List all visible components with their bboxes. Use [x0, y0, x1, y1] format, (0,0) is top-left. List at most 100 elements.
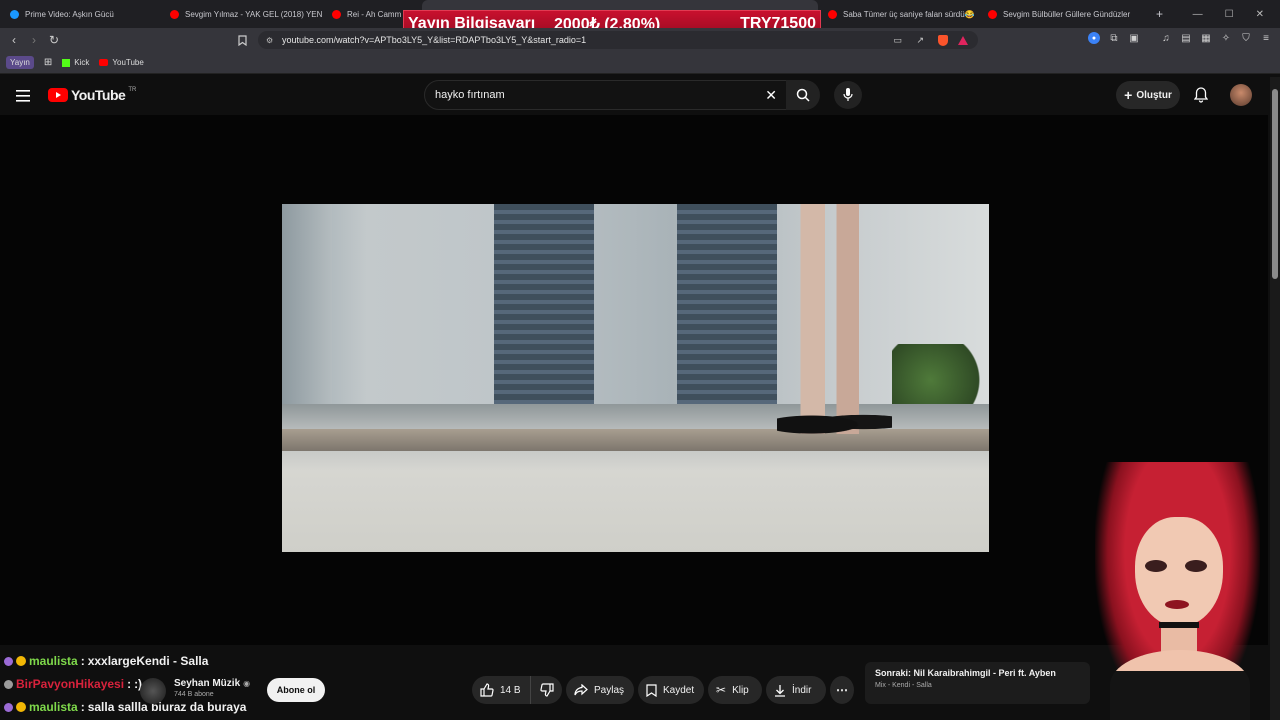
tab-title: Saba Tümer üç saniye falan sürdü😂: [843, 9, 975, 19]
youtube-favicon-icon: [332, 9, 341, 19]
download-label: İndir: [792, 684, 812, 696]
extension-icon[interactable]: ●: [1088, 32, 1100, 44]
share-arrow-icon: [574, 684, 588, 696]
avatar-shoulders: [1110, 650, 1250, 720]
apps-grid-icon[interactable]: ⊞: [44, 57, 52, 68]
search-query: hayko fırtınam: [435, 89, 505, 101]
dislike-button[interactable]: [530, 676, 562, 704]
channel-name[interactable]: Seyhan Müzik: [174, 678, 240, 689]
youtube-favicon-icon: [170, 9, 179, 19]
vpn-icon[interactable]: ⛉: [1240, 32, 1252, 44]
scissors-icon: ✂: [716, 683, 727, 697]
maximize-icon[interactable]: ☐: [1225, 9, 1234, 20]
bookmark-label: YouTube: [112, 58, 144, 67]
chat-badge-icon: [16, 656, 26, 666]
search-input[interactable]: hayko fırtınam ✕: [424, 80, 788, 110]
video-shutter: [677, 204, 777, 404]
bookmark-yayin[interactable]: Yayın: [6, 56, 34, 69]
share-icon[interactable]: ↗: [916, 35, 924, 46]
video-frame[interactable]: [282, 204, 989, 552]
kick-logo-icon: [62, 58, 71, 67]
youtube-logo[interactable]: YouTube TR: [48, 87, 136, 103]
up-next-card[interactable]: Sonraki: Nil Karaibrahimgil - Peri ft. A…: [865, 662, 1090, 704]
avatar[interactable]: [1230, 84, 1252, 106]
share-button[interactable]: Paylaş: [566, 676, 634, 704]
like-button[interactable]: 14 B: [472, 676, 530, 704]
leo-icon[interactable]: ✧: [1220, 32, 1232, 44]
more-actions-button[interactable]: ⋯: [830, 676, 854, 704]
scrollbar-thumb[interactable]: [1272, 89, 1278, 279]
download-icon: [775, 684, 785, 697]
avatar-face: [1135, 517, 1223, 627]
create-label: Oluştur: [1136, 89, 1172, 101]
cast-icon[interactable]: ▭: [893, 35, 902, 46]
notifications-icon[interactable]: [1193, 87, 1209, 108]
chat-badge-icon: [4, 656, 13, 666]
youtube-logo-text: YouTube: [71, 87, 126, 103]
youtube-play-logo-icon: [48, 88, 68, 102]
create-button[interactable]: + Oluştur: [1116, 81, 1180, 109]
browser-tab[interactable]: Sevgim Yılmaz - YAK GEL (2018) YEN: [160, 0, 322, 28]
site-info-icon[interactable]: ⚙: [266, 36, 273, 45]
thumbs-up-icon: [480, 683, 494, 697]
subscribe-label: Abone ol: [276, 685, 316, 695]
puzzle-icon[interactable]: ⧉: [1108, 32, 1120, 44]
youtube-favicon-icon: [99, 59, 109, 66]
search-icon: [796, 88, 810, 102]
music-icon[interactable]: ♫: [1160, 32, 1172, 44]
browser-tab[interactable]: Prime Video: Aşkın Gücü: [0, 0, 160, 28]
thumbs-down-icon: [539, 683, 554, 697]
bookmark-kick[interactable]: Kick: [62, 58, 89, 67]
extensions-area: ● ⧉ ▣ ♫ ▤ ▦ ✧ ⛉ ≡: [1088, 32, 1272, 44]
hamburger-menu-icon[interactable]: [16, 89, 30, 102]
save-button[interactable]: Kaydet: [638, 676, 704, 704]
tab-title: Rei - Ah Camm: [347, 9, 402, 19]
chat-separator: :: [80, 654, 85, 668]
youtube-header: YouTube TR hayko fırtınam ✕ + Oluştur: [0, 77, 1280, 115]
clip-button[interactable]: ✂ Klip: [708, 676, 762, 704]
video-shutter: [494, 204, 594, 404]
chat-message: BirPavyonHikayesi : :): [4, 677, 142, 691]
chat-username: BirPavyonHikayesi: [16, 677, 125, 691]
region-code: TR: [128, 87, 137, 93]
search-button[interactable]: [786, 80, 820, 110]
new-tab-button[interactable]: +: [1146, 0, 1173, 28]
chat-message: maulista : xxxlargeKendi - Salla: [4, 654, 208, 668]
minimize-icon[interactable]: —: [1193, 9, 1203, 20]
tab-title: Sevgim Yılmaz - YAK GEL (2018) YEN: [185, 9, 322, 19]
subscribe-button[interactable]: Abone ol: [267, 678, 325, 702]
menu-icon[interactable]: ≡: [1260, 32, 1272, 44]
brave-shield-icon[interactable]: [938, 34, 948, 46]
chat-badge-icon: [4, 702, 13, 712]
chat-text: salla sallla biuraz da buraya: [87, 700, 247, 714]
extension-icon[interactable]: ▣: [1128, 32, 1140, 44]
clear-search-icon[interactable]: ✕: [765, 87, 777, 104]
video-wall: [282, 204, 989, 414]
sidebar-icon[interactable]: ▤: [1180, 32, 1192, 44]
reload-icon[interactable]: ↻: [44, 30, 64, 50]
back-icon[interactable]: ‹: [4, 30, 24, 50]
tab-title: Prime Video: Aşkın Gücü: [25, 9, 114, 19]
close-window-icon[interactable]: ✕: [1256, 9, 1264, 20]
more-dots-icon: ⋯: [836, 683, 848, 697]
video-shoes: [777, 409, 892, 435]
bookmark-icon[interactable]: [232, 30, 252, 50]
video-greenery: [892, 344, 989, 404]
voice-search-button[interactable]: [834, 81, 862, 109]
browser-tab[interactable]: Sevgim Bülbüller Güllere Gündüzler: [978, 0, 1146, 28]
avatar-eye: [1145, 560, 1167, 572]
forward-icon[interactable]: ›: [24, 30, 44, 50]
chat-text: xxxlargeKendi - Salla: [87, 654, 209, 668]
address-bar[interactable]: ⚙ youtube.com/watch?v=APTbo3LY5_Y&list=R…: [258, 31, 978, 49]
wallet-icon[interactable]: ▦: [1200, 32, 1212, 44]
chat-badge-icon: [4, 679, 13, 689]
subscriber-count: 744 B abone: [174, 691, 214, 698]
rewards-icon[interactable]: [958, 35, 968, 45]
browser-tab[interactable]: Saba Tümer üç saniye falan sürdü😂: [818, 0, 978, 28]
youtube-favicon-icon: [828, 9, 837, 19]
channel-avatar[interactable]: [140, 678, 166, 704]
download-button[interactable]: İndir: [766, 676, 826, 704]
page-scrollbar[interactable]: [1270, 77, 1280, 720]
bookmark-youtube[interactable]: YouTube: [99, 58, 144, 67]
video-legs: [787, 204, 877, 434]
